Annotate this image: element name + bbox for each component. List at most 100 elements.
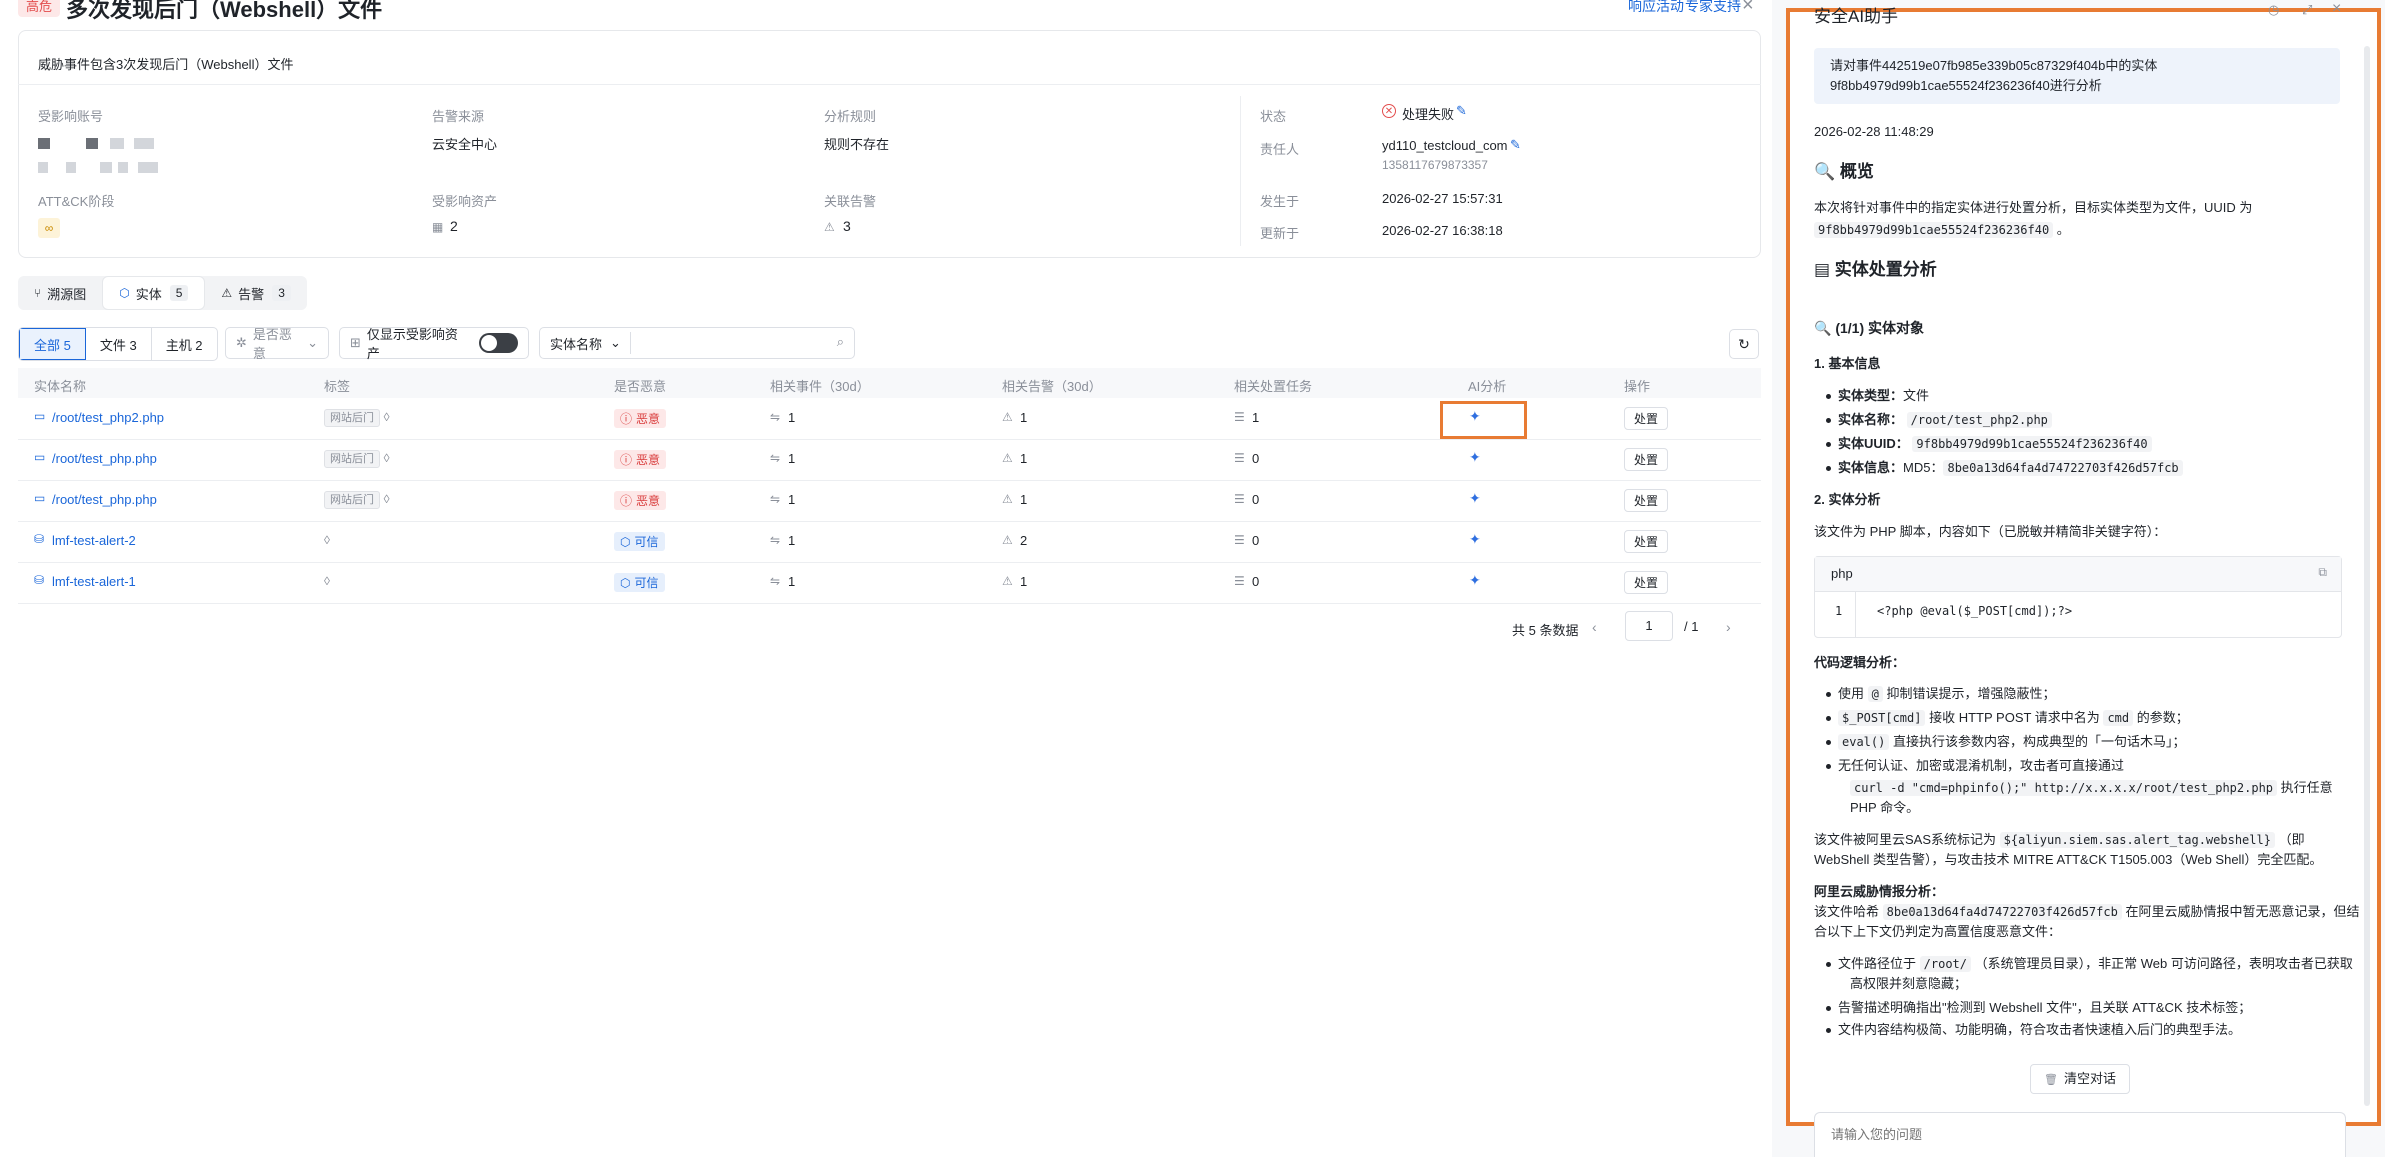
prev-page-icon[interactable]: ‹ [1592,619,1597,635]
owner-value: yd110_testcloud_com [1382,138,1508,153]
entity-object-heading: 🔍 (1/1) 实体对象 [1814,318,1924,338]
related-events-count[interactable]: 1 [788,451,795,466]
related-alerts-count[interactable]: 1 [1020,574,1027,589]
dispose-button[interactable]: 处置 [1624,571,1669,594]
event-icon: ⇋ [770,410,781,424]
dispose-button[interactable]: 处置 [1624,530,1669,553]
text: 该文件被阿里云SAS系统标记为 [1814,832,1997,847]
event-icon: ⇋ [770,492,781,506]
search-field-select[interactable]: 实体名称 [550,334,602,353]
entity-type-segment: 全部 5 文件 3 主机 2 [18,327,218,361]
related-tasks-count[interactable]: 1 [1252,410,1259,425]
seg-all[interactable]: 全部 5 [19,328,86,360]
related-tasks-count[interactable]: 0 [1252,533,1259,548]
related-alerts-count[interactable]: 1 [1020,410,1027,425]
text: 执行任意 [2280,780,2333,795]
related-events-count[interactable]: 1 [788,492,795,507]
response-activity-link[interactable]: 响应活动 [1628,0,1684,16]
severity-badge: 高危 [18,0,61,17]
related-tasks-count[interactable]: 0 [1252,574,1259,589]
entity-name-link[interactable]: /root/test_php.php [52,451,157,466]
close-icon[interactable]: × [1742,0,1754,17]
entity-name-link[interactable]: /root/test_php.php [52,492,157,507]
tab-entities[interactable]: ⬡ 实体 5 [102,276,206,310]
edit-status-icon[interactable]: ✎ [1456,103,1467,119]
logic-bullet-4-cont: curl -d "cmd=phpinfo();" http://x.x.x.x/… [1850,778,2333,798]
tag-icon[interactable]: ◊ [384,410,390,424]
refresh-icon[interactable]: ↻ [1729,329,1759,359]
search-icon[interactable]: ⌕ [837,334,844,350]
related-alerts-count[interactable]: 2 [1020,533,1027,548]
seg-host[interactable]: 主机 2 [152,328,217,360]
dispose-button[interactable]: 处置 [1624,489,1669,512]
close-panel-icon[interactable]: × [2332,0,2341,18]
dispose-button[interactable]: 处置 [1624,407,1669,430]
type-label: 实体类型： [1838,388,1904,403]
malicious-filter-label: 是否恶意 [252,327,292,361]
folder-icon: ▭ [34,450,46,464]
disposal-heading: ▤ 实体处置分析 [1814,258,1937,282]
ai-sparkle-icon[interactable]: ✦ [1469,490,1481,507]
entity-name-link[interactable]: lmf-test-alert-1 [52,574,136,589]
pagination-total: 共 5 条数据 [1512,623,1579,638]
seg-file[interactable]: 文件 3 [86,328,152,360]
related-events-count[interactable]: 1 [788,533,795,548]
chat-input[interactable] [1829,1123,2313,1145]
malicious-badge: ⓘ 恶意 [614,450,667,469]
verdict-cell: ⓘ 恶意 [614,491,667,510]
chevron-down-icon[interactable]: ⌄ [610,335,621,351]
malicious-badge: ⓘ 恶意 [614,491,667,510]
table-row: ⛁ lmf-test-alert-2 ◊ ⬡ 可信 ⇋ 1 ⚠ 2 ☰ 0 ✦ 处… [18,521,1761,563]
clear-chat-button[interactable]: 🗑 清空对话 [2030,1064,2130,1094]
related-alerts-value[interactable]: 3 [843,218,851,234]
verdict-text: 可信 [634,535,659,549]
page-input[interactable]: 1 [1625,611,1673,641]
malicious-badge: ⓘ 恶意 [614,409,667,428]
verdict-cell: ⬡ 可信 [614,573,665,592]
tab-trace-graph[interactable]: ⑂ 溯源图 [18,276,102,310]
search-input[interactable] [636,331,820,357]
edit-owner-icon[interactable]: ✎ [1510,137,1521,153]
event-icon: ⇋ [770,533,781,547]
logic-bullet-4-end: PHP 命令。 [1850,800,1920,815]
only-affected-toggle[interactable] [478,333,518,353]
entity-name-link[interactable]: lmf-test-alert-2 [52,533,136,548]
expand-icon[interactable]: ⤢ [2302,2,2312,18]
related-events-count[interactable]: 1 [788,574,795,589]
next-page-icon[interactable]: › [1726,619,1731,635]
chat-input-box [1814,1112,2346,1157]
copy-icon[interactable]: ⧉ [2318,565,2327,580]
entity-name-link[interactable]: /root/test_php2.php [52,410,164,425]
table-row: ▭ /root/test_php.php 网站后门 ◊ ⓘ 恶意 ⇋ 1 ⚠ 1 … [18,480,1761,522]
logic-heading: 代码逻辑分析： [1814,655,1906,670]
overview-heading: 🔍 概览 [1814,160,1874,184]
tag-icon[interactable]: ◊ [324,533,330,547]
trusted-badge: ⬡ 可信 [614,573,665,592]
tab-alerts[interactable]: ⚠ 告警 3 [205,276,306,310]
affected-assets-value[interactable]: 2 [450,218,458,234]
tab-count: 3 [272,285,291,301]
tag-icon[interactable]: ◊ [324,574,330,588]
panel-scrollbar[interactable] [2364,46,2370,1106]
ai-sparkle-icon[interactable]: ✦ [1469,449,1481,466]
malicious-filter[interactable]: ✲ 是否恶意 ⌄ [225,327,329,361]
related-alerts-count[interactable]: 1 [1020,451,1027,466]
expert-support-link[interactable]: 专家支持 [1685,0,1741,16]
verdict-cell: ⓘ 恶意 [614,409,667,428]
dispose-button[interactable]: 处置 [1624,448,1669,471]
affected-assets-label: 受影响资产 [432,194,498,209]
ai-sparkle-icon[interactable]: ✦ [1469,531,1481,548]
related-tasks-count[interactable]: 0 [1252,451,1259,466]
related-tasks-count[interactable]: 0 [1252,492,1259,507]
tag-icon[interactable]: ◊ [384,492,390,506]
analysis-heading: 2. 实体分析 [1814,492,1881,507]
text: 直接执行该参数内容，构成典型的「一句话木马」； [1892,734,2186,749]
related-events-count[interactable]: 1 [788,410,795,425]
tag-text: 该文件被阿里云SAS系统标记为 ${aliyun.siem.sas.alert_… [1814,830,2305,850]
bullet-type: 实体类型：文件 [1825,386,1929,406]
related-alerts-count[interactable]: 1 [1020,492,1027,507]
ai-sparkle-icon[interactable]: ✦ [1469,572,1481,589]
event-icon: ⇋ [770,451,781,465]
tag-icon[interactable]: ◊ [384,451,390,465]
history-icon[interactable]: ◷ [2268,2,2279,18]
